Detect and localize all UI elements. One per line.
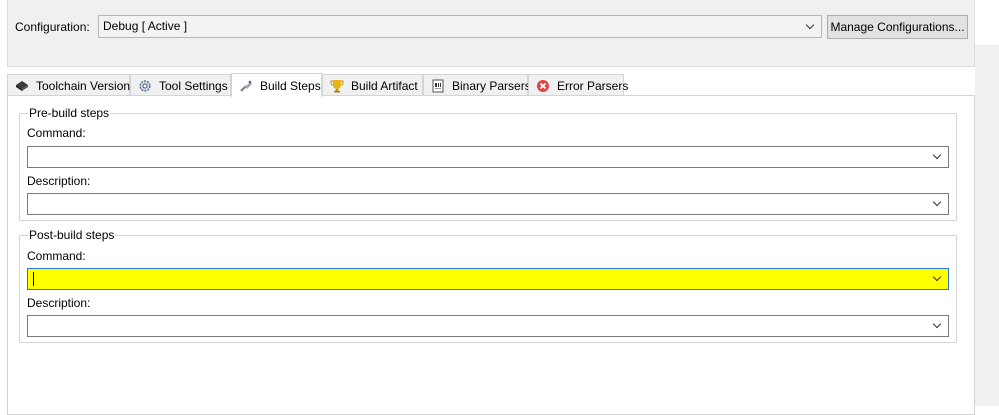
post-build-command-label: Command: [27, 249, 86, 263]
tab-tool-settings[interactable]: Tool Settings [130, 74, 231, 96]
group-title: Pre-build steps [28, 106, 111, 120]
tab-label: Build Artifact [351, 78, 418, 93]
configuration-dropdown[interactable]: Debug [ Active ] [98, 15, 822, 38]
tab-binary-parsers[interactable]: Binary Parsers [423, 74, 531, 96]
tab-error-parsers[interactable]: Error Parsers [528, 74, 628, 96]
post-build-description-label: Description: [27, 296, 91, 310]
settings-gear-icon [138, 79, 152, 93]
post-build-command-field[interactable] [27, 268, 949, 290]
pre-build-description-field[interactable] [27, 193, 949, 215]
tab-build-steps[interactable]: Build Steps [231, 73, 322, 97]
text-cursor [33, 272, 34, 286]
pre-build-command-field[interactable] [27, 146, 949, 168]
chevron-down-icon[interactable] [932, 150, 942, 160]
binary-file-icon [431, 79, 445, 93]
tab-bar: Toolchain Version Tool Settings Build St… [7, 73, 975, 97]
chevron-down-icon[interactable] [932, 197, 942, 207]
chip-icon [15, 79, 29, 93]
tab-label: Build Steps [260, 78, 321, 93]
chevron-down-icon[interactable] [932, 272, 942, 282]
tab-label: Error Parsers [557, 78, 629, 93]
chevron-down-icon[interactable] [932, 319, 942, 329]
tab-build-artifact[interactable]: Build Artifact [322, 74, 423, 96]
build-steps-icon [239, 79, 253, 93]
tab-label: Binary Parsers [452, 78, 531, 93]
configuration-value: Debug [ Active ] [103, 19, 188, 33]
configuration-label: Configuration: [15, 20, 90, 34]
pre-build-command-label: Command: [27, 126, 86, 140]
group-title: Post-build steps [28, 228, 116, 242]
configuration-panel: Configuration: Debug [ Active ] Manage C… [7, 0, 975, 67]
trophy-icon [330, 79, 344, 93]
side-strip [975, 45, 999, 406]
post-build-description-field[interactable] [27, 315, 949, 337]
tab-label: Toolchain Version [36, 78, 131, 93]
pre-build-description-label: Description: [27, 174, 91, 188]
chevron-down-icon [805, 20, 815, 30]
tab-toolchain-version[interactable]: Toolchain Version [7, 74, 130, 96]
tab-label: Tool Settings [159, 78, 228, 93]
manage-configurations-button[interactable]: Manage Configurations... [827, 15, 968, 39]
error-icon [536, 79, 550, 93]
